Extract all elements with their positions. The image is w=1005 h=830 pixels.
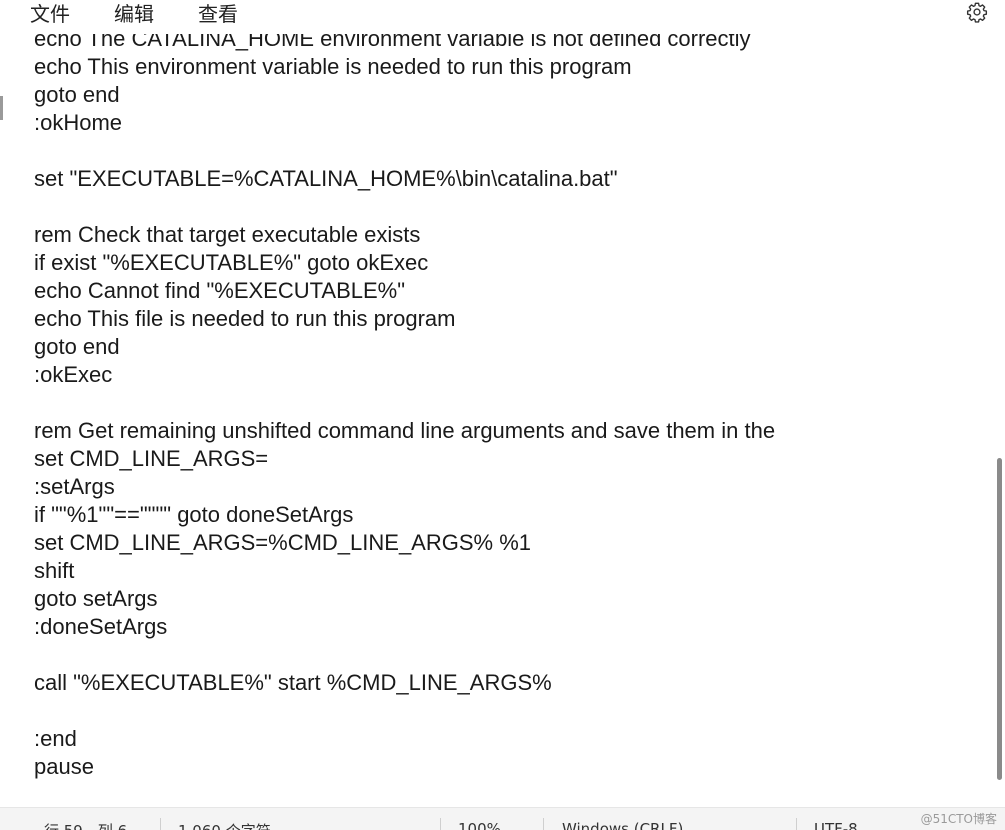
- gear-icon: [966, 1, 988, 28]
- settings-button[interactable]: [962, 0, 992, 28]
- code-line: goto setArgs: [34, 586, 158, 611]
- vertical-scrollbar[interactable]: [995, 40, 1005, 807]
- code-line: if ""%1""=="""" goto doneSetArgs: [34, 502, 354, 527]
- code-line: :doneSetArgs: [34, 614, 168, 639]
- status-divider: [440, 818, 441, 830]
- menu-edit[interactable]: 编辑: [114, 0, 154, 28]
- code-line: set CMD_LINE_ARGS=: [34, 446, 269, 471]
- code-line: :setArgs: [34, 474, 115, 499]
- code-line: if exist "%EXECUTABLE%" goto okExec: [34, 250, 429, 275]
- status-divider: [543, 818, 544, 830]
- code-line: echo This file is needed to run this pro…: [34, 306, 456, 331]
- code-line: set CMD_LINE_ARGS=%CMD_LINE_ARGS% %1: [34, 530, 531, 555]
- code-line: :end: [34, 726, 77, 751]
- code-line: echo Cannot find "%EXECUTABLE%": [34, 278, 406, 303]
- menu-file[interactable]: 文件: [30, 0, 70, 28]
- window-edge: [0, 96, 3, 120]
- code-line: shift: [34, 558, 75, 583]
- code-line: :okExec: [34, 362, 113, 387]
- menu-view[interactable]: 查看: [198, 0, 238, 28]
- code-line: set "EXECUTABLE=%CATALINA_HOME%\bin\cata…: [34, 166, 618, 191]
- code-line: goto end: [34, 82, 120, 107]
- code-line: pause: [34, 754, 94, 779]
- code-line: rem Check that target executable exists: [34, 222, 421, 247]
- scrollbar-thumb[interactable]: [997, 458, 1002, 780]
- code-line: call "%EXECUTABLE%" start %CMD_LINE_ARGS…: [34, 670, 552, 695]
- text-editor[interactable]: echo The CATALINA_HOME environment varia…: [0, 0, 1005, 807]
- status-bar: 行 59，列 6 1,060 个字符 100% Windows (CRLF) U…: [0, 807, 1005, 830]
- editor-lines: echo The CATALINA_HOME environment varia…: [34, 25, 775, 781]
- watermark: @51CTO博客: [920, 812, 997, 826]
- status-divider: [160, 818, 161, 830]
- status-divider: [796, 818, 797, 830]
- code-line: goto end: [34, 334, 120, 359]
- code-line: rem Get remaining unshifted command line…: [34, 418, 776, 443]
- code-line: echo This environment variable is needed…: [34, 54, 632, 79]
- code-line: :okHome: [34, 110, 123, 135]
- menu-bar: 文件 编辑 查看: [0, 0, 1005, 34]
